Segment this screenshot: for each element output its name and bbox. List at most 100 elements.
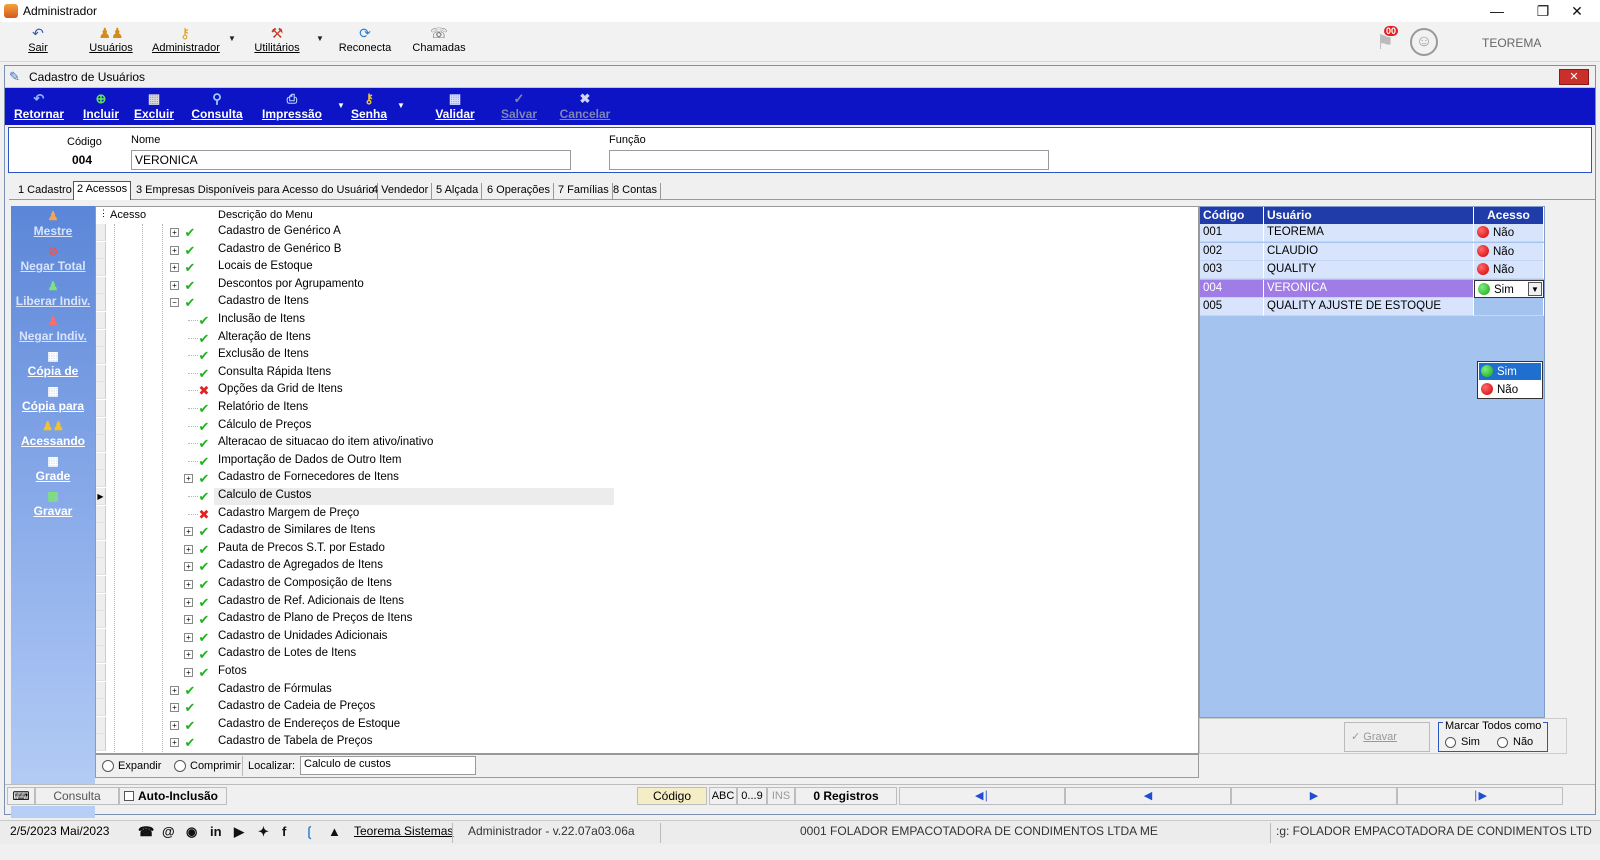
auto-inclusao-checkbox[interactable]: Auto-Inclusão	[119, 787, 227, 805]
access-granted-icon[interactable]: ✔	[196, 453, 212, 470]
tree-row[interactable]: + ✔ Descontos por Agrupamento	[96, 276, 1196, 295]
access-granted-icon[interactable]: ✔	[182, 259, 198, 276]
tree-row[interactable]: + ✔ Cadastro de Agregados de Itens	[96, 558, 1196, 576]
expand-icon[interactable]: +	[170, 228, 179, 237]
expand-icon[interactable]: +	[170, 245, 179, 255]
tree-row[interactable]: + ✔ Cadastro de Endereços de Estoque	[96, 716, 1196, 735]
negar-total-button[interactable]: ⊘ Negar Total	[11, 243, 95, 278]
grid-cell-codigo[interactable]: 003	[1200, 261, 1264, 279]
row-indicator[interactable]	[96, 505, 106, 523]
tree-row[interactable]: ✖ Cadastro Margem de Preço	[96, 505, 1196, 524]
row-indicator[interactable]	[96, 452, 106, 470]
row-indicator[interactable]	[96, 312, 106, 329]
prev-record-button[interactable]: ◀	[1065, 787, 1231, 805]
tree-row[interactable]: + ✔ Cadastro de Genérico B	[96, 241, 1196, 260]
comprimir-radio[interactable]	[174, 760, 186, 772]
tree-row[interactable]: + ✔ Cadastro de Plano de Preços de Itens	[96, 611, 1196, 629]
gravar-grid-button[interactable]: ✓ Gravar	[1344, 722, 1430, 752]
row-indicator[interactable]	[96, 276, 106, 294]
tree-row[interactable]: + ✔ Cadastro de Fórmulas	[96, 681, 1196, 700]
access-granted-icon[interactable]: ✔	[182, 682, 198, 699]
access-granted-icon[interactable]: ✔	[196, 646, 212, 663]
retornar-button[interactable]: ↶ Retornar	[11, 90, 67, 124]
access-granted-icon[interactable]: ✔	[182, 734, 198, 751]
tree-row[interactable]: + ✔ Fotos	[96, 664, 1196, 682]
senha-dropdown-icon[interactable]: ▼	[397, 101, 405, 110]
last-record-button[interactable]: ∣▶	[1397, 787, 1563, 805]
tab-empresas[interactable]: 3 Empresas Disponíveis para Acesso do Us…	[133, 183, 379, 200]
dropdown-option-sim[interactable]: Sim	[1479, 363, 1541, 380]
row-indicator[interactable]	[96, 329, 106, 347]
row-indicator[interactable]	[96, 347, 106, 365]
row-indicator[interactable]	[96, 664, 106, 681]
expand-icon[interactable]: +	[170, 263, 179, 273]
tab-acessos[interactable]: 2 Acessos	[73, 181, 132, 200]
row-indicator[interactable]	[96, 435, 106, 453]
tree-row[interactable]: ✔ Inclusão de Itens	[96, 312, 1196, 330]
tree-row[interactable]: + ✔ Cadastro de Cadeia de Preços	[96, 699, 1196, 717]
grid-cell-codigo[interactable]: 005	[1200, 298, 1264, 316]
row-indicator[interactable]	[96, 646, 106, 664]
row-indicator[interactable]	[96, 540, 106, 558]
expand-icon[interactable]: +	[184, 527, 193, 537]
dropdown-arrow-icon[interactable]: ▼	[1528, 281, 1542, 296]
grade-button[interactable]: ▦ Grade	[11, 453, 95, 488]
dropdown-option-nao[interactable]: Não	[1479, 381, 1541, 398]
tab-alcada[interactable]: 5 Alçada	[433, 183, 483, 200]
row-indicator[interactable]	[96, 628, 106, 646]
access-granted-icon[interactable]: ✔	[196, 330, 212, 347]
expand-icon[interactable]: +	[170, 720, 179, 730]
chat-icon[interactable]: ☎	[138, 824, 154, 840]
expand-icon[interactable]: +	[184, 580, 193, 589]
row-indicator[interactable]: ▶	[96, 488, 106, 505]
access-granted-icon[interactable]: ✔	[182, 224, 198, 241]
sair-button[interactable]: ↶ Sair	[22, 24, 54, 60]
row-indicator[interactable]	[96, 259, 106, 277]
access-granted-icon[interactable]: ✔	[196, 576, 212, 593]
row-indicator[interactable]	[96, 699, 106, 717]
expand-icon[interactable]: +	[170, 280, 179, 290]
tree-row[interactable]: ✔ Consulta Rápida Itens	[96, 364, 1196, 383]
access-granted-icon[interactable]: ✔	[196, 558, 212, 575]
access-granted-icon[interactable]: ✔	[196, 470, 212, 487]
grid-cell-acesso[interactable]	[1474, 298, 1544, 316]
access-granted-icon[interactable]: ✔	[196, 400, 212, 417]
row-indicator[interactable]	[96, 576, 106, 593]
tree-row[interactable]: ✔ Exclusão de Itens	[96, 347, 1196, 365]
grid-cell-codigo[interactable]: 001	[1200, 224, 1264, 242]
tab-contas[interactable]: 8 Contas	[610, 183, 662, 200]
access-granted-icon[interactable]: ✔	[196, 312, 212, 329]
access-granted-icon[interactable]: ✔	[196, 523, 212, 540]
access-granted-icon[interactable]: ✔	[196, 611, 212, 628]
access-granted-icon[interactable]: ✔	[196, 418, 212, 435]
administrador-dropdown-icon[interactable]: ▼	[228, 34, 236, 43]
tree-row[interactable]: + ✔ Locais de Estoque	[96, 259, 1196, 277]
grid-cell-acesso[interactable]: Não	[1474, 261, 1544, 279]
tree-row[interactable]: ✔ Importação de Dados de Outro Item	[96, 452, 1196, 471]
consulta-button[interactable]: ⚲ Consulta	[189, 90, 245, 124]
grid-cell-acesso[interactable]: Não	[1474, 242, 1544, 261]
grid-cell-usuario[interactable]: VERONICA	[1264, 279, 1474, 298]
tree-row[interactable]: + ✔ Cadastro de Composição de Itens	[96, 576, 1196, 594]
notifications-button[interactable]: ⚑ 00	[1374, 26, 1399, 54]
tab-cadastro[interactable]: 1 Cadastro	[15, 183, 76, 200]
access-granted-icon[interactable]: ✔	[182, 294, 198, 311]
close-button[interactable]: ✕	[1554, 0, 1600, 22]
access-granted-icon[interactable]: ✔	[196, 541, 212, 558]
impressao-button[interactable]: ⎙ Impressão	[259, 90, 325, 124]
access-granted-icon[interactable]: ✔	[182, 277, 198, 294]
validar-button[interactable]: ▦ Validar	[433, 90, 477, 124]
row-indicator[interactable]	[96, 716, 106, 734]
row-indicator[interactable]	[96, 558, 106, 576]
tree-row[interactable]: + ✔ Cadastro de Lotes de Itens	[96, 646, 1196, 664]
grid-cell-usuario[interactable]: QUALITY	[1264, 261, 1474, 279]
expand-icon[interactable]: +	[184, 632, 193, 642]
grid-cell-codigo[interactable]: 004	[1200, 279, 1264, 298]
expand-icon[interactable]: +	[184, 562, 193, 572]
access-denied-icon[interactable]: ✖	[196, 382, 212, 399]
marcar-nao-radio[interactable]	[1497, 737, 1508, 748]
next-record-button[interactable]: ▶	[1231, 787, 1397, 805]
twitter-icon[interactable]: ✦	[258, 824, 269, 840]
tree-row[interactable]: + ✔ Cadastro de Tabela de Preços	[96, 734, 1196, 752]
access-granted-icon[interactable]: ✔	[196, 435, 212, 452]
